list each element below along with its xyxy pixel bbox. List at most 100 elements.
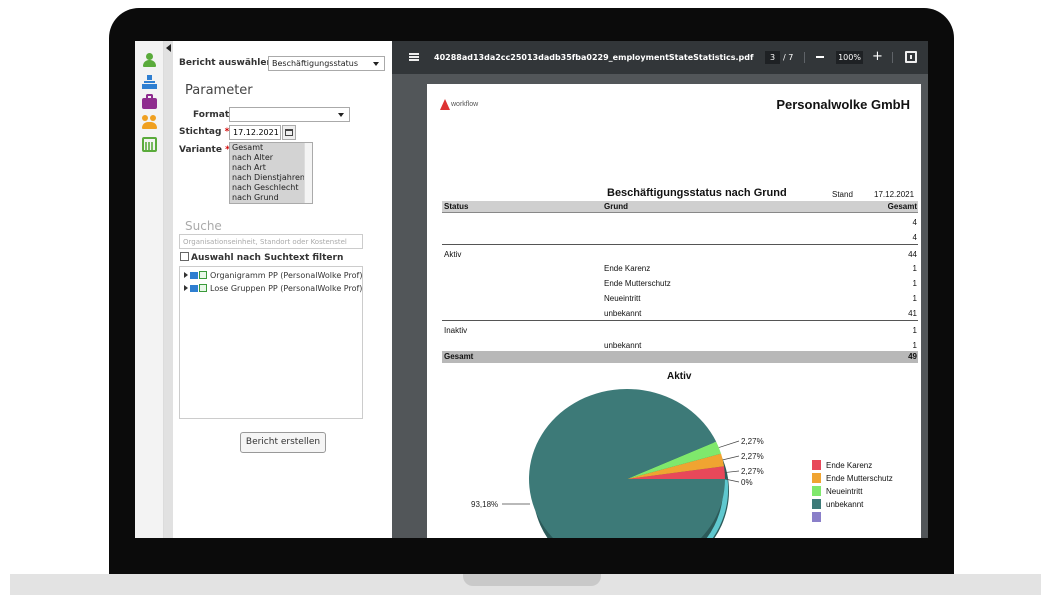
pdf-toolbar: 40288ad13da2cc25013dadb35fba0229_employm… [392,41,928,74]
column-header: Gesamt [887,202,917,211]
chevron-down-icon [373,62,379,66]
legend-swatch [812,499,821,509]
table-cell-gesamt: 1 [912,326,917,335]
report-select-value: Beschäftigungsstatus [272,59,359,68]
table-cell-gesamt: 41 [908,309,917,318]
pdf-filename: 40288ad13da2cc25013dadb35fba0229_employm… [434,53,754,62]
briefcase-icon[interactable] [142,94,157,109]
person-icon[interactable] [142,53,157,68]
calendar-icon [285,129,293,136]
collapse-strip[interactable] [164,41,173,538]
table-cell-gesamt: 4 [912,233,917,242]
search-input[interactable]: Organisationseinheit, Standort oder Kost… [179,234,363,249]
variant-option[interactable]: nach Grund [230,193,312,203]
table-cell-grund: Ende Karenz [604,264,651,273]
format-label: Format [193,110,230,120]
table-cell-status: Aktiv [444,250,462,259]
variant-option[interactable]: nach Geschlecht [230,183,312,193]
group-icon[interactable] [142,115,157,130]
chart-title: Aktiv [667,371,692,382]
leader-line [724,470,740,473]
tree-item-label: Lose Gruppen PP (PersonalWolke Prof) [210,284,363,293]
listbox-scrollbar[interactable] [304,143,312,203]
slice-label: 0% [741,478,753,487]
total-label: Gesamt [444,352,474,361]
filter-checkbox-label: Auswahl nach Suchtext filtern [191,253,344,263]
date-label: Stichtag * [179,127,230,137]
slice-label: 2,27% [741,467,764,476]
variant-option[interactable]: nach Dienstjahren [230,173,312,183]
zoom-in-icon[interactable]: + [872,49,883,64]
table-header: Status Grund Gesamt [442,201,918,213]
tree-item[interactable]: Organigramm PP (PersonalWolke Prof) [184,271,362,280]
org-chart-icon [190,272,198,279]
create-report-button[interactable]: Bericht erstellen [240,432,326,453]
pie-chart: 2,27% 2,27% 2,27% 0% 93,18% Ende Karenz Ende M… [471,389,893,538]
variant-listbox[interactable]: Gesamt nach Alter nach Art nach Dienstja… [229,142,313,204]
org-chart-icon [190,285,198,292]
group-divider [442,320,918,321]
table-cell-grund: unbekannt [604,309,642,318]
column-header: Grund [604,202,628,211]
table-cell-grund: unbekannt [604,341,642,350]
collapse-arrow-icon[interactable] [166,44,171,52]
page-total: / 7 [783,53,794,62]
fit-page-icon[interactable] [905,51,917,63]
parameter-heading: Parameter [185,83,253,98]
logo-text: workflow [451,101,479,108]
toolbar-divider [892,52,893,63]
zoom-input[interactable]: 100% [836,51,863,64]
company-name: Personalwolke GmbH [776,97,910,112]
legend-label: Neueintritt [826,487,863,496]
legend-swatch [812,512,821,522]
leader-line [722,455,740,461]
expand-arrow-icon[interactable] [184,285,188,291]
table-cell-grund: Ende Mutterschutz [604,279,671,288]
total-row: Gesamt 49 [442,351,918,363]
table-cell-gesamt: 1 [912,279,917,288]
variant-option[interactable]: nach Alter [230,153,312,163]
column-header: Status [444,202,469,211]
menu-icon[interactable] [409,53,419,61]
zoom-out-icon[interactable] [816,56,824,58]
search-heading: Suche [185,219,222,233]
table-cell-gesamt: 4 [912,218,917,227]
variant-option[interactable]: nach Art [230,163,312,173]
legend-label: Ende Karenz [826,461,872,470]
legend-label: Ende Mutterschutz [826,474,893,483]
tree-checkbox[interactable] [199,271,207,279]
filter-checkbox[interactable] [180,252,189,261]
tree-checkbox[interactable] [199,284,207,292]
page-number-input[interactable]: 3 [765,51,780,64]
variant-option[interactable]: Gesamt [230,143,312,153]
org-tree: Organigramm PP (PersonalWolke Prof) Lose… [179,266,363,419]
date-picker-button[interactable] [282,125,296,140]
slice-label: 2,27% [741,437,764,446]
report-select-label: Bericht auswählen [179,58,273,68]
date-field[interactable]: 17.12.2021 [229,125,281,140]
group-divider [442,244,918,245]
table-cell-gesamt: 1 [912,341,917,350]
stand-date: 17.12.2021 [874,190,915,199]
report-title: Beschäftigungsstatus nach Grund [607,187,787,199]
table-cell-status: Inaktiv [444,326,468,335]
report-select[interactable]: Beschäftigungsstatus [268,56,385,71]
pdf-page: workflow Personalwolke GmbH Beschäftigun… [427,84,921,538]
format-select[interactable] [229,107,350,122]
laptop-notch [463,574,601,586]
chevron-down-icon [338,113,344,117]
toolbar-divider [804,52,805,63]
calendar-icon[interactable] [142,137,157,152]
expand-arrow-icon[interactable] [184,272,188,278]
slice-label: 2,27% [741,452,764,461]
filter-checkbox-row[interactable]: Auswahl nach Suchtext filtern [180,252,343,263]
org-chart-icon[interactable] [142,75,157,90]
stand-label: Stand [832,190,853,199]
tree-item[interactable]: Lose Gruppen PP (PersonalWolke Prof) [184,284,362,293]
company-logo: workflow [440,99,490,113]
table-cell-gesamt: 1 [912,264,917,273]
table-cell-grund: Neueintritt [604,294,641,303]
icon-rail [135,41,164,538]
leader-line [718,440,740,448]
table-cell-gesamt: 44 [908,250,917,259]
